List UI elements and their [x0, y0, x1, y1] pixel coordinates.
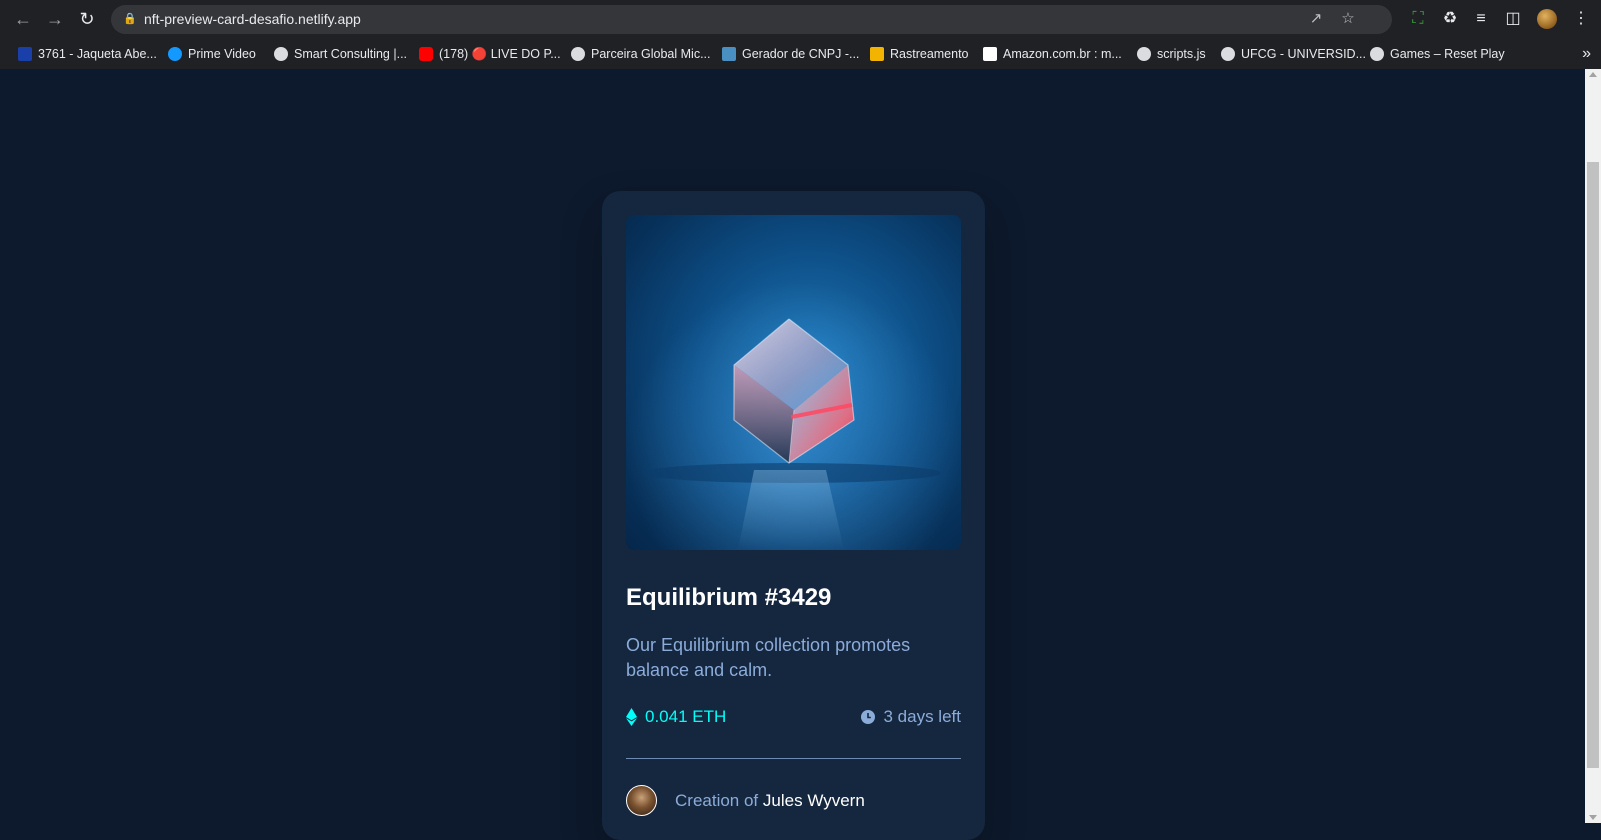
- price-text: 0.041 ETH: [645, 707, 727, 726]
- card-divider: [626, 758, 961, 759]
- youtube-icon: [419, 47, 433, 61]
- nft-title[interactable]: Equilibrium #3429: [626, 583, 831, 613]
- bookmark-item[interactable]: Parceira Global Mic...: [571, 44, 710, 64]
- prime-video-icon: [168, 47, 182, 61]
- nft-preview-card: Equilibrium #3429 Our Equilibrium collec…: [602, 191, 985, 840]
- more-bookmarks-icon[interactable]: »: [1582, 44, 1591, 64]
- globe-icon: [274, 47, 288, 61]
- bookmark-item[interactable]: Gerador de CNPJ -...: [722, 44, 859, 64]
- creator-avatar: [626, 785, 657, 816]
- page-scrollbar[interactable]: [1585, 69, 1601, 823]
- amazon-icon: [983, 47, 997, 61]
- lock-icon: 🔒: [123, 13, 137, 25]
- crystal-cube-image: [626, 215, 961, 550]
- time-remaining: 3 days left: [860, 706, 962, 728]
- globe-icon: [1221, 47, 1235, 61]
- screenshot-extension-icon[interactable]: ⛶: [1408, 9, 1428, 29]
- back-arrow-icon[interactable]: ←: [11, 7, 35, 31]
- bookmark-item[interactable]: Amazon.com.br : m...: [983, 44, 1122, 64]
- cnpj-generator-icon: [722, 47, 736, 61]
- creator-info: Creation of Jules Wyvern: [626, 785, 865, 816]
- creator-prefix: Creation of: [675, 790, 759, 810]
- nft-description: Our Equilibrium collection promotes bala…: [626, 635, 911, 680]
- address-bar[interactable]: 🔒 nft-preview-card-desafio.netlify.app ↗…: [111, 5, 1392, 34]
- globe-icon: [1370, 47, 1384, 61]
- bookmark-item[interactable]: Games – Reset Play: [1370, 44, 1505, 64]
- side-panel-icon[interactable]: ◫: [1503, 9, 1523, 29]
- globe-icon: [1137, 47, 1151, 61]
- bookmark-item[interactable]: (178) 🔴 LIVE DO P...: [419, 44, 561, 64]
- price-info: 0.041 ETH: [626, 706, 726, 728]
- bookmark-star-icon[interactable]: ☆: [1339, 10, 1357, 28]
- profile-avatar[interactable]: [1537, 9, 1557, 29]
- reading-list-icon[interactable]: ≡: [1471, 9, 1491, 29]
- nft-image[interactable]: [626, 215, 961, 550]
- bookmark-item[interactable]: Rastreamento: [870, 44, 969, 64]
- time-left-text: 3 days left: [883, 707, 962, 726]
- menu-kebab-icon[interactable]: ⋮: [1571, 9, 1591, 29]
- creator-text: Creation of Jules Wyvern: [675, 790, 865, 812]
- extensions-puzzle-icon[interactable]: ♻: [1440, 9, 1460, 29]
- bookmark-item[interactable]: UFCG - UNIVERSID...: [1221, 44, 1366, 64]
- creator-name-link[interactable]: Jules Wyvern: [763, 791, 865, 810]
- bookmark-item[interactable]: scripts.js: [1137, 44, 1206, 64]
- clock-icon: [860, 710, 875, 724]
- bookmark-item[interactable]: Prime Video: [168, 44, 256, 64]
- forward-arrow-icon[interactable]: →: [43, 7, 67, 31]
- tracking-icon: [870, 47, 884, 61]
- ethereum-icon: [626, 708, 637, 726]
- bookmark-item[interactable]: 3761 - Jaqueta Abe...: [18, 44, 157, 64]
- reload-icon[interactable]: ↻: [75, 7, 99, 31]
- browser-chrome: ← → ↻ 🔒 nft-preview-card-desafio.netlify…: [0, 0, 1601, 69]
- bookmarks-bar: 3761 - Jaqueta Abe... Prime Video Smart …: [0, 38, 1601, 69]
- page-viewport: Equilibrium #3429 Our Equilibrium collec…: [0, 69, 1585, 840]
- scrollbar-thumb[interactable]: [1587, 162, 1599, 768]
- browser-toolbar: ← → ↻ 🔒 nft-preview-card-desafio.netlify…: [0, 0, 1601, 38]
- bookmark-item[interactable]: Smart Consulting |...: [274, 44, 407, 64]
- scroll-up-arrow-icon[interactable]: [1589, 72, 1597, 77]
- globe-icon: [571, 47, 585, 61]
- scroll-down-arrow-icon[interactable]: [1589, 815, 1597, 820]
- share-icon[interactable]: ↗: [1307, 10, 1325, 28]
- bookmark-favicon-icon: [18, 47, 32, 61]
- url-text[interactable]: nft-preview-card-desafio.netlify.app: [144, 11, 361, 28]
